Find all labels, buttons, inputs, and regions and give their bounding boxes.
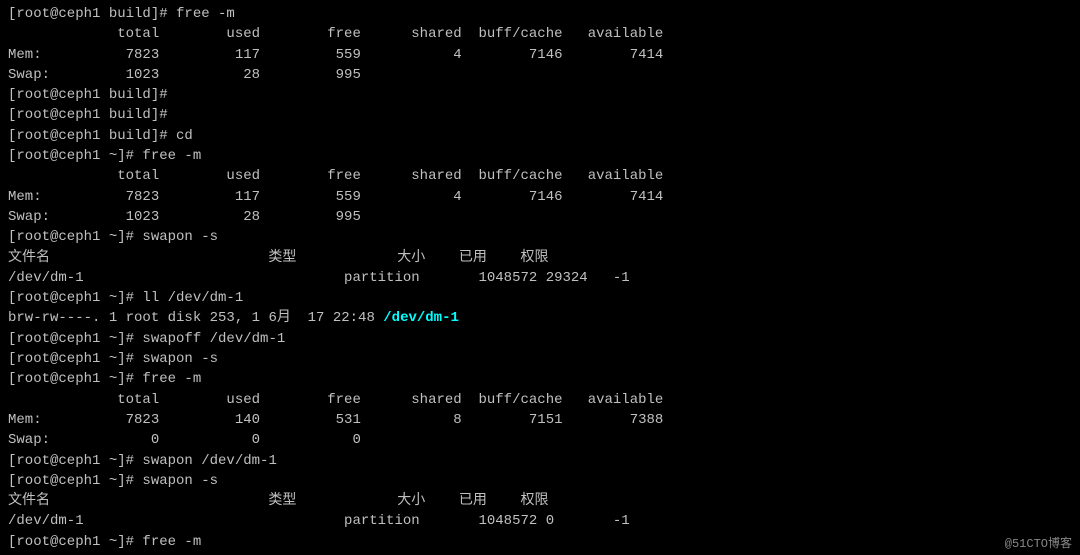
terminal-line: [root@ceph1 ~]# free -m [8, 146, 1072, 166]
terminal-line: [root@ceph1 ~]# swapon /dev/dm-1 [8, 451, 1072, 471]
terminal-line: 文件名 类型 大小 已用 权限 [8, 491, 1072, 511]
terminal-line: [root@ceph1 ~]# free -m [8, 532, 1072, 552]
terminal-line: Swap: 1023 28 995 [8, 65, 1072, 85]
terminal-window: [root@ceph1 build]# free -m total used f… [0, 0, 1080, 555]
file-highlight: /dev/dm-1 [383, 310, 459, 326]
terminal-line: [root@ceph1 ~]# swapoff /dev/dm-1 [8, 329, 1072, 349]
terminal-line: Swap: 1023 28 995 [8, 207, 1072, 227]
terminal-line: [root@ceph1 build]# free -m [8, 4, 1072, 24]
terminal-line: [root@ceph1 ~]# ll /dev/dm-1 [8, 288, 1072, 308]
terminal-line: Swap: 0 0 0 [8, 430, 1072, 450]
terminal-line: /dev/dm-1 partition 1048572 0 -1 [8, 511, 1072, 531]
terminal-line: [root@ceph1 ~]# swapon -s [8, 349, 1072, 369]
terminal-line: [root@ceph1 ~]# swapon -s [8, 471, 1072, 491]
terminal-line: brw-rw----. 1 root disk 253, 1 6月 17 22:… [8, 308, 1072, 328]
terminal-line: /dev/dm-1 partition 1048572 29324 -1 [8, 268, 1072, 288]
terminal-line: [root@ceph1 ~]# swapon -s [8, 227, 1072, 247]
watermark: @51CTO博客 [1005, 534, 1072, 551]
terminal-line: [root@ceph1 build]# [8, 105, 1072, 125]
terminal-line: Mem: 7823 117 559 4 7146 7414 [8, 45, 1072, 65]
terminal-line: [root@ceph1 ~]# free -m [8, 369, 1072, 389]
terminal-line: total used free shared buff/cache availa… [8, 166, 1072, 186]
terminal-output: [root@ceph1 build]# free -m total used f… [8, 4, 1072, 555]
terminal-line: Mem: 7823 117 559 4 7146 7414 [8, 187, 1072, 207]
terminal-line: [root@ceph1 build]# [8, 85, 1072, 105]
terminal-line: total used free shared buff/cache availa… [8, 390, 1072, 410]
terminal-line: total used free shared buff/cache availa… [8, 24, 1072, 44]
terminal-line: Mem: 7823 140 531 8 7151 7388 [8, 410, 1072, 430]
terminal-line: [root@ceph1 build]# cd [8, 126, 1072, 146]
terminal-line: 文件名 类型 大小 已用 权限 [8, 248, 1072, 268]
